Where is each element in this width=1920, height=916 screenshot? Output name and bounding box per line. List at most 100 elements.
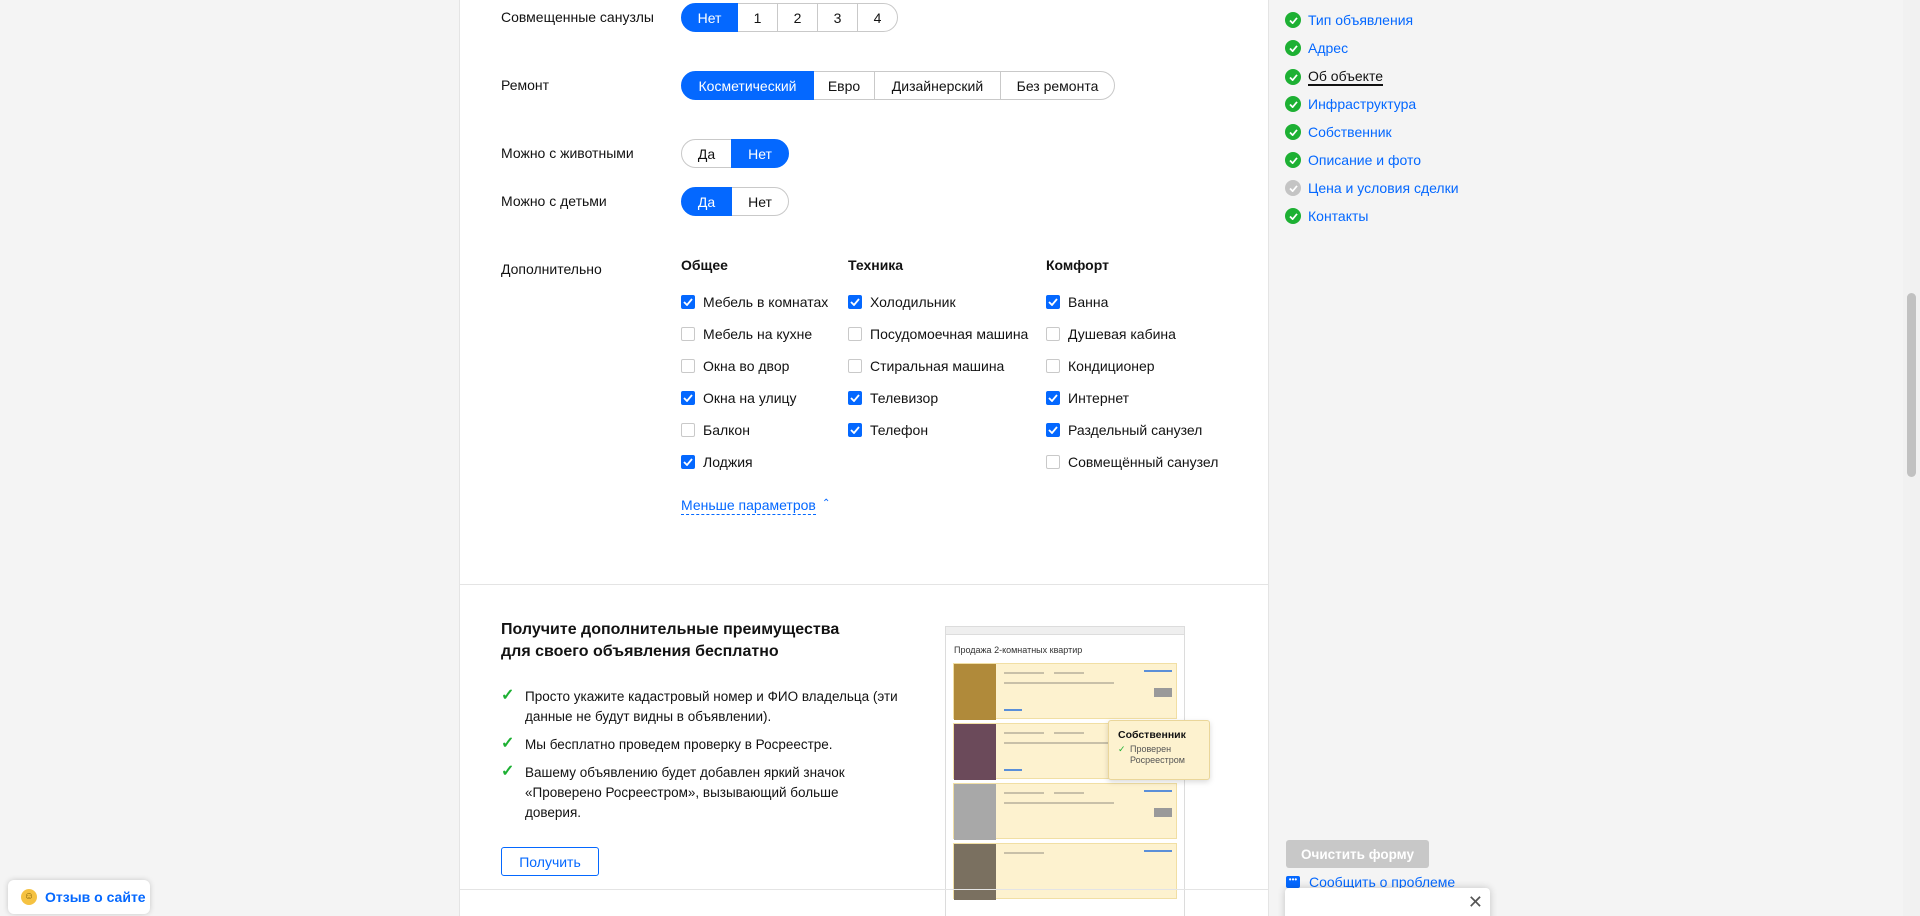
checkbox-appliances-item[interactable]: Посудомоечная машина [848, 326, 1028, 342]
checkbox-label: Окна во двор [703, 358, 790, 374]
checkbox-label: Телефон [870, 422, 929, 438]
checkbox-general-item[interactable]: Окна на улицу [681, 390, 797, 406]
checkbox-unchecked-icon[interactable] [681, 327, 695, 341]
repair-option-none[interactable]: Без ремонта [1000, 71, 1115, 100]
nav-item[interactable]: Адрес [1285, 40, 1348, 56]
checkbox-comfort-item[interactable]: Душевая кабина [1046, 326, 1176, 342]
mockup-line [1144, 670, 1172, 672]
combined-bathrooms-option-none[interactable]: Нет [681, 3, 738, 32]
repair-option-euro[interactable]: Евро [813, 71, 875, 100]
checkbox-checked-icon[interactable] [1046, 295, 1060, 309]
checkbox-general-item[interactable]: Мебель в комнатах [681, 294, 828, 310]
checkbox-checked-icon[interactable] [681, 295, 695, 309]
scrollbar-thumb[interactable] [1907, 293, 1916, 477]
mockup-line [1004, 769, 1022, 771]
mockup-title: Продажа 2-комнатных квартир [954, 645, 1083, 655]
checkbox-general-item[interactable]: Лоджия [681, 454, 753, 470]
nav-item[interactable]: Описание и фото [1285, 152, 1421, 168]
promo-title-line-2: для своего объявления бесплатно [501, 643, 779, 660]
extra-label: Дополнительно [501, 261, 602, 277]
mockup-line [1054, 672, 1084, 674]
nav-item[interactable]: Инфраструктура [1285, 96, 1416, 112]
checkbox-checked-icon[interactable] [1046, 391, 1060, 405]
section-divider [460, 584, 1268, 585]
nav-item[interactable]: Тип объявления [1285, 12, 1413, 28]
chevron-up-icon: ⌃ [822, 498, 831, 509]
nav-item[interactable]: Цена и условия сделки [1285, 180, 1459, 196]
rating-popup: ✕ [1285, 888, 1490, 916]
checkbox-appliances-item[interactable]: Телевизор [848, 390, 938, 406]
checkbox-unchecked-icon[interactable] [681, 359, 695, 373]
checkbox-comfort-item[interactable]: Ванна [1046, 294, 1108, 310]
nav-item[interactable]: Собственник [1285, 124, 1392, 140]
checkbox-unchecked-icon[interactable] [1046, 455, 1060, 469]
checkbox-comfort-item[interactable]: Интернет [1046, 390, 1129, 406]
checkbox-checked-icon[interactable] [681, 391, 695, 405]
checkbox-appliances-item[interactable]: Телефон [848, 422, 928, 438]
checkbox-unchecked-icon[interactable] [1046, 327, 1060, 341]
check-icon: ✓ [501, 735, 515, 752]
children-option-yes[interactable]: Да [681, 187, 732, 216]
checkbox-checked-icon[interactable] [681, 455, 695, 469]
mockup-line [1004, 672, 1044, 674]
completed-check-icon [1285, 96, 1301, 112]
close-icon[interactable]: ✕ [1468, 892, 1483, 913]
nav-item[interactable]: Об объекте [1285, 68, 1383, 86]
checkbox-checked-icon[interactable] [848, 295, 862, 309]
combined-bathrooms-option-3[interactable]: 3 [817, 3, 858, 32]
completed-check-icon [1285, 208, 1301, 224]
nav-item-label: Адрес [1308, 40, 1349, 56]
repair-label: Ремонт [501, 77, 550, 93]
checkbox-label: Совмещённый санузел [1068, 454, 1219, 470]
promo-item: ✓ Вашему объявлению будет добавлен яркий… [501, 763, 881, 823]
completed-check-icon [1285, 69, 1301, 85]
checkbox-appliances-item[interactable]: Холодильник [848, 294, 956, 310]
pets-option-no[interactable]: Нет [731, 139, 789, 168]
children-option-no[interactable]: Нет [731, 187, 789, 216]
combined-bathrooms-option-1[interactable]: 1 [737, 3, 778, 32]
less-params-link[interactable]: Меньше параметров [681, 497, 816, 515]
mockup-line [1004, 802, 1114, 804]
checkbox-checked-icon[interactable] [848, 423, 862, 437]
checkbox-label: Интернет [1068, 390, 1130, 406]
checkbox-label: Раздельный санузел [1068, 422, 1203, 438]
scrollbar[interactable] [1903, 0, 1920, 916]
nav-item[interactable]: Контакты [1285, 208, 1368, 224]
checkbox-checked-icon[interactable] [848, 391, 862, 405]
mockup-line [1054, 732, 1084, 734]
checkbox-unchecked-icon[interactable] [1046, 359, 1060, 373]
checkbox-comfort-item[interactable]: Кондиционер [1046, 358, 1155, 374]
checkbox-checked-icon[interactable] [1046, 423, 1060, 437]
checkbox-appliances-item[interactable]: Стиральная машина [848, 358, 1004, 374]
combined-bathrooms-option-4[interactable]: 4 [857, 3, 898, 32]
repair-option-cosmetic[interactable]: Косметический [681, 71, 814, 100]
checkbox-general-item[interactable]: Мебель на кухне [681, 326, 812, 342]
get-benefits-button[interactable]: Получить [501, 847, 599, 876]
clear-form-button[interactable]: Очистить форму [1286, 840, 1429, 868]
checkbox-comfort-item[interactable]: Совмещённый санузел [1046, 454, 1218, 470]
checkbox-unchecked-icon[interactable] [848, 327, 862, 341]
nav-item-label: Описание и фото [1308, 152, 1422, 168]
checkbox-general-item[interactable]: Окна во двор [681, 358, 789, 374]
repair-option-designer[interactable]: Дизайнерский [874, 71, 1001, 100]
checkbox-unchecked-icon[interactable] [681, 423, 695, 437]
nav-item-label: Собственник [1308, 124, 1392, 140]
mockup-line [1004, 682, 1114, 684]
mockup-line [1004, 852, 1044, 854]
general-column-title: Общее [681, 257, 728, 273]
mockup-line [1004, 709, 1022, 711]
mockup-tag [1154, 688, 1172, 697]
checkbox-comfort-item[interactable]: Раздельный санузел [1046, 422, 1202, 438]
comfort-column-title: Комфорт [1046, 257, 1109, 273]
pets-option-yes[interactable]: Да [681, 139, 732, 168]
completed-check-icon [1285, 12, 1301, 28]
checkbox-general-item[interactable]: Балкон [681, 422, 750, 438]
promo-item-text: Просто укажите кадастровый номер и ФИО в… [525, 689, 898, 724]
checkbox-label: Балкон [703, 422, 750, 438]
combined-bathrooms-option-2[interactable]: 2 [777, 3, 818, 32]
site-feedback-button[interactable]: ☺ Отзыв о сайте [8, 880, 150, 914]
pets-group: Да Нет [681, 139, 789, 168]
checkbox-unchecked-icon[interactable] [848, 359, 862, 373]
checkbox-label: Посудомоечная машина [870, 326, 1029, 342]
chat-icon: ••• [1286, 876, 1300, 888]
